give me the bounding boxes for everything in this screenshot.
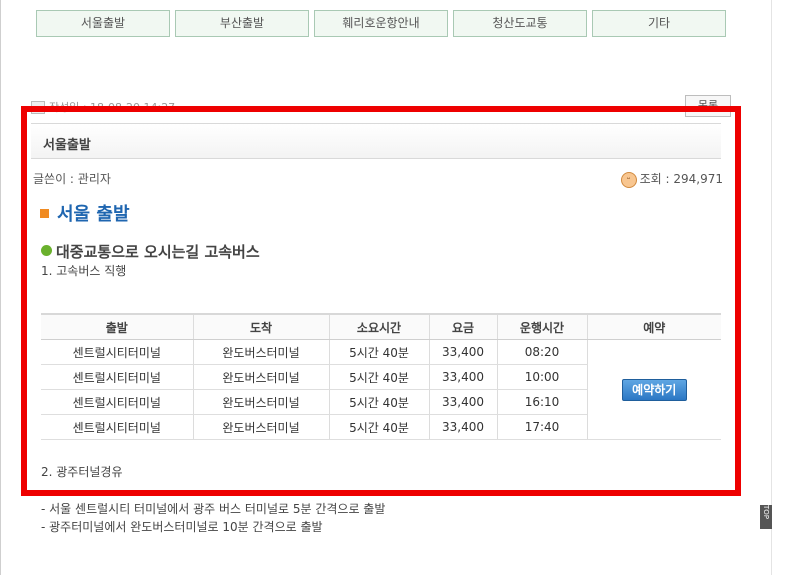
- note-line: - 광주터미널에서 완도버스터미널로 10분 간격으로 출발: [41, 520, 323, 534]
- tab-etc[interactable]: 기타: [592, 10, 726, 37]
- tab-cheongsando-transport[interactable]: 청산도교통: [453, 10, 587, 37]
- left-border: [0, 0, 1, 575]
- notes: - 서울 센트럴시티 터미널에서 광주 버스 터미널로 5분 간격으로 출발 -…: [41, 500, 385, 536]
- highlight-box: [21, 106, 741, 496]
- tab-seoul-departure[interactable]: 서울출발: [36, 10, 170, 37]
- note-line: - 서울 센트럴시티 터미널에서 광주 버스 터미널로 5분 간격으로 출발: [41, 502, 386, 516]
- top-button-label: TOP: [762, 505, 770, 520]
- scroll-top-button[interactable]: TOP: [760, 505, 772, 529]
- right-border: [771, 0, 772, 575]
- category-tabs: 서울출발 부산출발 훼리호운항안내 청산도교통 기타: [36, 10, 726, 37]
- tab-ferry-schedule[interactable]: 훼리호운항안내: [314, 10, 448, 37]
- tab-busan-departure[interactable]: 부산출발: [175, 10, 309, 37]
